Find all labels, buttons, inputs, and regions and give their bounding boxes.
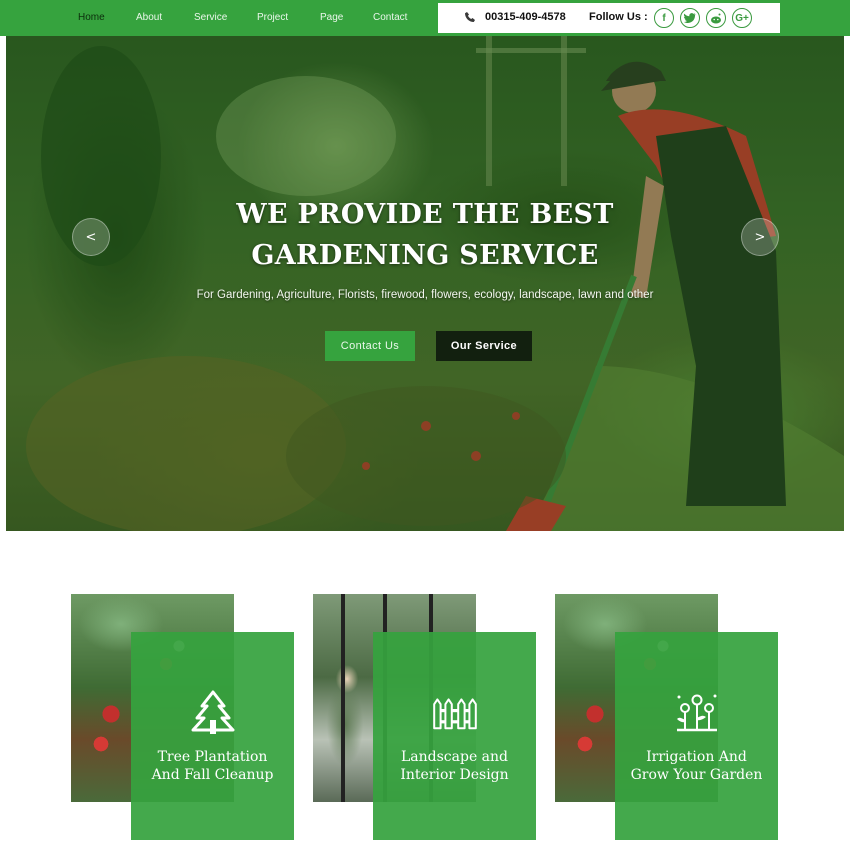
service-card-tree[interactable]: Tree Plantation And Fall Cleanup (131, 632, 294, 840)
nav-item-contact[interactable]: Contact (373, 12, 407, 23)
follow-us-label: Follow Us : (589, 11, 648, 23)
google-plus-icon[interactable]: G+ (732, 8, 752, 28)
nav-item-home[interactable]: Home (78, 12, 105, 23)
slider-next-arrow-icon[interactable]: > (741, 218, 779, 256)
tree-icon (191, 690, 234, 734)
phone-number[interactable]: 00315-409-4578 (485, 11, 566, 23)
service-title-landscape: Landscape and Interior Design (373, 748, 536, 784)
hero-overlay (6, 36, 844, 531)
service-title-tree-line-1: Tree Plantation (157, 749, 268, 765)
hero-title: WE PROVIDE THE BEST GARDENING SERVICE (186, 194, 664, 276)
slider-prev-arrow-icon[interactable]: < (72, 218, 110, 256)
service-card-landscape[interactable]: Landscape and Interior Design (373, 632, 536, 840)
phone-icon (465, 12, 475, 22)
service-title-irrigation-line-2: Grow Your Garden (630, 767, 763, 783)
service-title-irrigation-line-1: Irrigation And (646, 749, 747, 765)
hero-subtitle: For Gardening, Agriculture, Florists, fi… (196, 289, 654, 301)
contact-box: 00315-409-4578 Follow Us : f G+ (438, 3, 780, 33)
service-title-irrigation: Irrigation And Grow Your Garden (615, 748, 778, 784)
nav-item-page[interactable]: Page (320, 12, 343, 23)
reddit-icon[interactable] (706, 8, 726, 28)
nav-item-project[interactable]: Project (257, 12, 288, 23)
top-bar: Home About Service Project Page Contact … (0, 0, 850, 36)
nav-item-about[interactable]: About (136, 12, 162, 23)
hero-title-line-1: WE PROVIDE THE BEST (236, 199, 614, 230)
hero-title-line-2: GARDENING SERVICE (251, 240, 599, 271)
reddit-alien-icon (711, 13, 721, 23)
hero-slider: WE PROVIDE THE BEST GARDENING SERVICE Fo… (6, 36, 844, 531)
service-title-landscape-line-1: Landscape and (400, 749, 509, 765)
fence-icon (432, 698, 477, 730)
our-service-button[interactable]: Our Service (436, 331, 532, 361)
flowers-icon (676, 694, 717, 732)
service-card-irrigation[interactable]: Irrigation And Grow Your Garden (615, 632, 778, 840)
nav-item-service[interactable]: Service (194, 12, 227, 23)
service-title-landscape-line-2: Interior Design (400, 767, 509, 783)
service-title-tree: Tree Plantation And Fall Cleanup (131, 748, 294, 784)
contact-us-button[interactable]: Contact Us (325, 331, 415, 361)
service-title-tree-line-2: And Fall Cleanup (151, 767, 274, 783)
twitter-bird-icon (684, 13, 696, 23)
facebook-icon[interactable]: f (654, 8, 674, 28)
twitter-icon[interactable] (680, 8, 700, 28)
